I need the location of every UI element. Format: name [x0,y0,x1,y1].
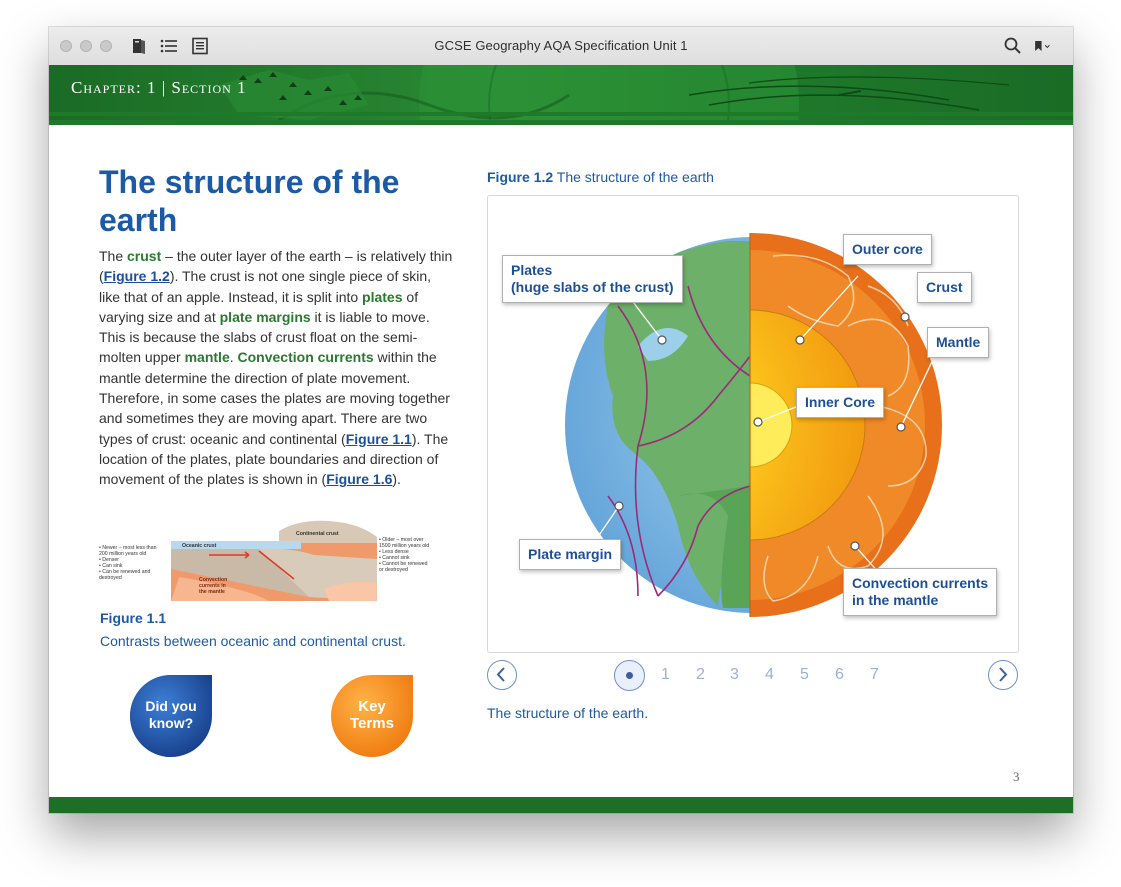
figure-1-2-frame[interactable]: Plates (huge slabs of the crust) Outer c… [487,195,1019,653]
figure-1-1-caption-number: Figure 1.1 [100,610,167,626]
figure-1-1-caption: Contrasts between oceanic and continenta… [100,633,406,649]
text-run: . [229,349,238,366]
callout-dot [900,312,910,322]
label-outer-core[interactable]: Outer core [843,234,932,265]
pager-page[interactable]: 3 [730,666,739,684]
did-you-know-label: Did you [145,698,196,714]
fig11-oceanic-label: Oceanic crust [182,543,217,549]
pager-current-dot[interactable] [614,660,645,691]
link-figure-1-2[interactable]: Figure 1.2 [104,268,170,284]
banner-stripe [49,112,1073,116]
keyword-convection-currents[interactable]: Convection currents [238,349,374,365]
key-terms-label: Key [358,698,386,715]
figure-description: The structure of the earth. [487,705,649,721]
title-bar: GCSE Geography AQA Specification Unit 1 [49,27,1073,66]
callout-dot [753,417,763,427]
callout-dot [657,335,667,345]
label-text: (huge slabs of the crust) [511,279,674,295]
previous-figure-button[interactable] [487,660,517,690]
keyword-crust[interactable]: crust [127,248,161,264]
figure-1-2-number: Figure 1.2 [487,169,554,185]
body-paragraph: The crust – the outer layer of the earth… [99,246,455,490]
fig11-note-left: destroyed [99,575,122,581]
page-number: 3 [1013,769,1020,784]
label-convection-currents[interactable]: Convection currents in the mantle [843,568,998,616]
reader-window: GCSE Geography AQA Specification Unit 1 [49,27,1073,813]
callout-dot [850,541,860,551]
text-run: The [99,248,128,264]
keyword-plate-margins[interactable]: plate margins [220,309,311,325]
page-title: The structure of the earth [99,164,400,238]
callout-dot [795,335,805,345]
chapter-section-label: Chapter: 1 | Section 1 [71,78,247,97]
label-plate-margin[interactable]: Plate margin [519,539,622,570]
pager-page[interactable]: 7 [870,666,879,684]
did-you-know-button[interactable]: Did you know? [128,673,214,759]
bookmark-icon[interactable] [1033,36,1053,56]
fig11-note-right: or destroyed [379,567,408,573]
pager-page[interactable]: 4 [765,666,774,684]
figure-1-1-crust-diagram[interactable]: • Newer – most less than 200 million yea… [99,519,449,604]
keyword-mantle[interactable]: mantle [185,349,230,365]
keyword-plates[interactable]: plates [362,289,402,305]
fig11-continental-label: Continental crust [296,531,339,537]
label-text: Plates [511,262,553,278]
label-text: Convection currents [852,575,989,591]
banner-stripe [49,120,1073,125]
figure-1-2-caption: Figure 1.2 The structure of the earth [487,169,714,185]
label-crust[interactable]: Crust [917,272,972,303]
chevron-right-icon [999,667,1008,682]
label-plates[interactable]: Plates (huge slabs of the crust) [502,255,683,303]
label-text: in the mantle [852,592,939,608]
fig11-convection-label: the mantle [199,589,225,595]
pager-page[interactable]: 1 [661,666,670,684]
search-icon[interactable] [1003,36,1023,56]
label-inner-core[interactable]: Inner Core [796,387,885,418]
pager-page[interactable]: 2 [696,666,705,684]
figure-1-2-title: The structure of the earth [553,169,714,185]
pager-page[interactable]: 6 [835,666,844,684]
link-figure-1-6[interactable]: Figure 1.6 [326,471,392,487]
pager-page[interactable]: 5 [800,666,809,684]
key-terms-button[interactable]: Key Terms [329,673,415,759]
chapter-banner: Chapter: 1 | Section 1 [49,65,1073,125]
callout-dot [614,501,624,511]
text-run: ). [392,471,401,488]
key-terms-label: Terms [350,715,394,732]
window-title: GCSE Geography AQA Specification Unit 1 [434,38,688,53]
link-figure-1-1[interactable]: Figure 1.1 [346,431,412,447]
chevron-left-icon [496,667,505,682]
did-you-know-label: know? [149,715,193,731]
next-figure-button[interactable] [988,660,1018,690]
label-mantle[interactable]: Mantle [927,327,990,358]
callout-dot [896,422,906,432]
footer-bar [49,797,1073,813]
